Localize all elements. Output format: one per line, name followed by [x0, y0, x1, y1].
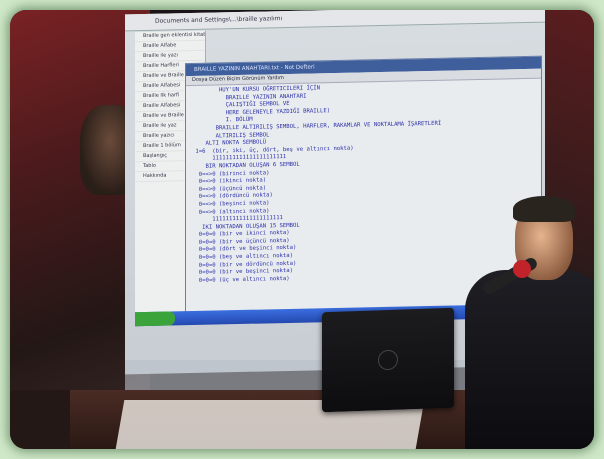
- laptop-logo-icon: [378, 349, 398, 371]
- window-titlebar: Documents and Settings\...\braille yazıl…: [125, 10, 545, 32]
- presenter-body: [465, 270, 594, 449]
- titlebar-text: Documents and Settings\...\braille yazıl…: [155, 15, 283, 25]
- photo-frame: Documents and Settings\...\braille yazıl…: [10, 10, 594, 449]
- laptop: [322, 307, 454, 413]
- start-button: [135, 311, 175, 327]
- presenter: [455, 190, 594, 449]
- presenter-hair: [513, 196, 575, 222]
- microphone-head: [513, 260, 531, 278]
